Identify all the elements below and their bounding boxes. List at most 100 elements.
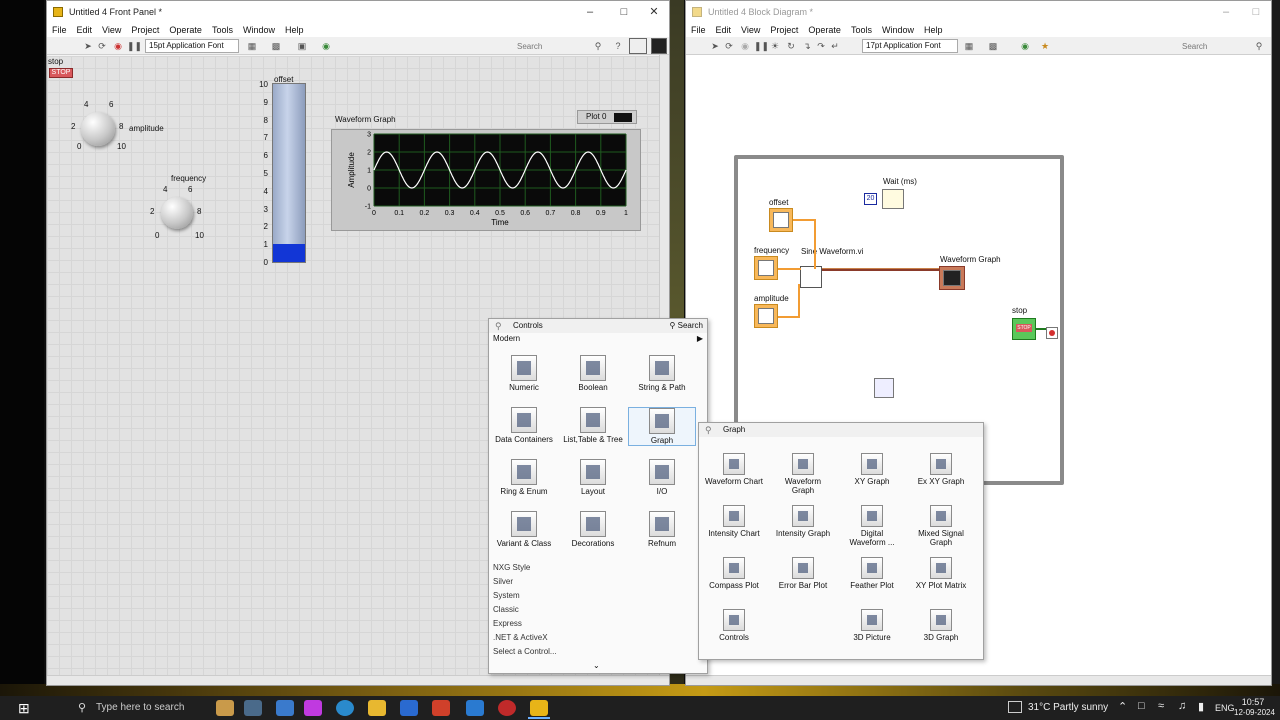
search-input[interactable]: Search bbox=[517, 40, 597, 53]
menu-window[interactable]: Window bbox=[238, 25, 280, 35]
graph-palette-item[interactable]: 3D Picture bbox=[838, 609, 906, 642]
retain-wire-values-icon[interactable]: ↻ bbox=[786, 41, 796, 51]
menu-help[interactable]: Help bbox=[280, 25, 309, 35]
horizontal-scrollbar[interactable] bbox=[47, 675, 669, 685]
modern-section[interactable]: Modern bbox=[493, 334, 520, 343]
reorder-icon[interactable]: ◉ bbox=[1020, 41, 1030, 51]
graph-palette-item[interactable]: Compass Plot bbox=[700, 557, 768, 590]
graph-palette-item[interactable]: Mixed Signal Graph bbox=[907, 505, 975, 547]
vi-icon[interactable] bbox=[651, 38, 667, 54]
start-button[interactable]: ⊞ bbox=[18, 700, 34, 716]
palette-category[interactable]: System bbox=[493, 591, 520, 600]
palette-category[interactable]: .NET & ActiveX bbox=[493, 633, 548, 642]
palette-graph[interactable]: Graph bbox=[628, 407, 696, 446]
step-out-icon[interactable]: ↵ bbox=[830, 41, 840, 51]
menu-help[interactable]: Help bbox=[919, 25, 948, 35]
scroll-more-icon[interactable]: ⌄ bbox=[593, 661, 600, 670]
block-diagram-titlebar[interactable]: Untitled 4 Block Diagram * – □ bbox=[686, 1, 1271, 23]
frequency-knob[interactable] bbox=[161, 197, 193, 229]
run-icon[interactable]: ➤ bbox=[83, 41, 93, 51]
graph-palette-item[interactable]: Digital Waveform ... bbox=[838, 505, 906, 547]
clock-date[interactable]: 12-09-2024 bbox=[1234, 708, 1275, 717]
run-continuously-icon[interactable]: ⟳ bbox=[97, 41, 107, 51]
graph-palette-item[interactable]: Intensity Chart bbox=[700, 505, 768, 538]
graph-palette-item[interactable]: XY Graph bbox=[838, 453, 906, 486]
graph-palette-item[interactable]: Error Bar Plot bbox=[769, 557, 837, 590]
distribute-icon[interactable]: ▩ bbox=[988, 41, 998, 51]
amplitude-knob[interactable] bbox=[81, 112, 115, 146]
palette-ring-enum[interactable]: Ring & Enum bbox=[490, 459, 558, 496]
distribute-icon[interactable]: ▩ bbox=[271, 41, 281, 51]
align-icon[interactable]: ▦ bbox=[247, 41, 257, 51]
palette-string-path[interactable]: String & Path bbox=[628, 355, 696, 392]
graph-palette-item[interactable]: Waveform Graph bbox=[769, 453, 837, 495]
pause-icon[interactable]: ❚❚ bbox=[754, 41, 769, 51]
chevron-up-icon[interactable]: ⌃ bbox=[1118, 700, 1127, 713]
menu-tools[interactable]: Tools bbox=[846, 25, 877, 35]
maximize-button[interactable]: □ bbox=[609, 4, 639, 20]
run-continuously-icon[interactable]: ⟳ bbox=[724, 41, 734, 51]
taskbar-search-input[interactable]: Type here to search bbox=[96, 702, 184, 713]
reorder-icon[interactable]: ◉ bbox=[321, 41, 331, 51]
menu-view[interactable]: View bbox=[97, 25, 126, 35]
palette-decorations[interactable]: Decorations bbox=[559, 511, 627, 548]
run-icon[interactable]: ➤ bbox=[710, 41, 720, 51]
graph-palette-item[interactable]: 3D Graph bbox=[907, 609, 975, 642]
palette-search-button[interactable]: ⚲ Search bbox=[670, 321, 703, 330]
menu-file[interactable]: File bbox=[47, 25, 72, 35]
frequency-terminal[interactable] bbox=[754, 256, 778, 280]
menu-file[interactable]: File bbox=[686, 25, 711, 35]
connector-pane-icon[interactable] bbox=[629, 38, 647, 54]
abort-icon[interactable]: ◉ bbox=[740, 41, 750, 51]
menu-window[interactable]: Window bbox=[877, 25, 919, 35]
menu-project[interactable]: Project bbox=[765, 25, 803, 35]
palette-data-containers[interactable]: Data Containers bbox=[490, 407, 558, 444]
menu-operate[interactable]: Operate bbox=[803, 25, 846, 35]
step-into-icon[interactable]: ↴ bbox=[802, 41, 812, 51]
battery-icon[interactable]: ▮ bbox=[1198, 700, 1204, 713]
pause-icon[interactable]: ❚❚ bbox=[127, 41, 142, 51]
menu-edit[interactable]: Edit bbox=[711, 25, 737, 35]
front-panel-titlebar[interactable]: Untitled 4 Front Panel * – □ ✕ bbox=[47, 1, 669, 23]
resize-icon[interactable]: ▣ bbox=[297, 41, 307, 51]
weather-text[interactable]: 31°C Partly sunny bbox=[1028, 702, 1108, 713]
maximize-button[interactable]: □ bbox=[1241, 4, 1271, 20]
store-icon[interactable] bbox=[400, 700, 418, 716]
horizontal-scrollbar[interactable] bbox=[686, 675, 1271, 685]
highlight-execution-icon[interactable]: ☀ bbox=[770, 41, 780, 51]
recorder-icon[interactable] bbox=[498, 700, 516, 716]
plot-legend[interactable]: Plot 0 bbox=[577, 110, 637, 124]
palette-category[interactable]: Classic bbox=[493, 605, 519, 614]
graph-palette-item[interactable]: Waveform Chart bbox=[700, 453, 768, 486]
modern-expand-icon[interactable]: ▶ bbox=[697, 334, 703, 343]
search-icon[interactable]: ⚲ bbox=[1254, 41, 1264, 51]
pin-icon[interactable]: ⚲ bbox=[705, 425, 712, 436]
menu-view[interactable]: View bbox=[736, 25, 765, 35]
task-view-icon[interactable] bbox=[276, 700, 294, 716]
wait-constant[interactable]: 20 bbox=[864, 193, 877, 205]
font-dropdown[interactable]: 15pt Application Font bbox=[145, 39, 239, 53]
network-icon[interactable]: □ bbox=[1138, 700, 1145, 712]
font-dropdown[interactable]: 17pt Application Font bbox=[862, 39, 958, 53]
palette-layout[interactable]: Layout bbox=[559, 459, 627, 496]
step-over-icon[interactable]: ↷ bbox=[816, 41, 826, 51]
volume-icon[interactable]: ♫ bbox=[1178, 700, 1186, 712]
graph-palette-item[interactable]: XY Plot Matrix bbox=[907, 557, 975, 590]
graph-palette-item[interactable]: Intensity Graph bbox=[769, 505, 837, 538]
app-icon[interactable] bbox=[432, 700, 450, 716]
waveform-graph[interactable]: 0 0.1 0.2 0.3 0.4 0.5 0.6 0.7 0.8 0.9 1 3 2 1 0 -1 Time A… bbox=[331, 129, 641, 231]
palette-category[interactable]: Select a Control... bbox=[493, 647, 557, 656]
menu-tools[interactable]: Tools bbox=[207, 25, 238, 35]
sine-waveform-vi[interactable] bbox=[800, 266, 822, 288]
search-icon[interactable]: ⚲ bbox=[593, 41, 603, 51]
iteration-terminal[interactable] bbox=[874, 378, 894, 398]
loop-condition-terminal[interactable] bbox=[1046, 327, 1058, 339]
labview-taskbar-icon[interactable] bbox=[530, 700, 548, 716]
stop-button[interactable]: STOP bbox=[49, 68, 73, 78]
clock-time[interactable]: 10:57 bbox=[1240, 697, 1266, 707]
file-explorer-icon[interactable] bbox=[368, 700, 386, 716]
palette-category[interactable]: Express bbox=[493, 619, 522, 628]
menu-operate[interactable]: Operate bbox=[164, 25, 207, 35]
palette-numeric[interactable]: Numeric bbox=[490, 355, 558, 392]
stop-terminal[interactable]: STOP bbox=[1012, 318, 1036, 340]
